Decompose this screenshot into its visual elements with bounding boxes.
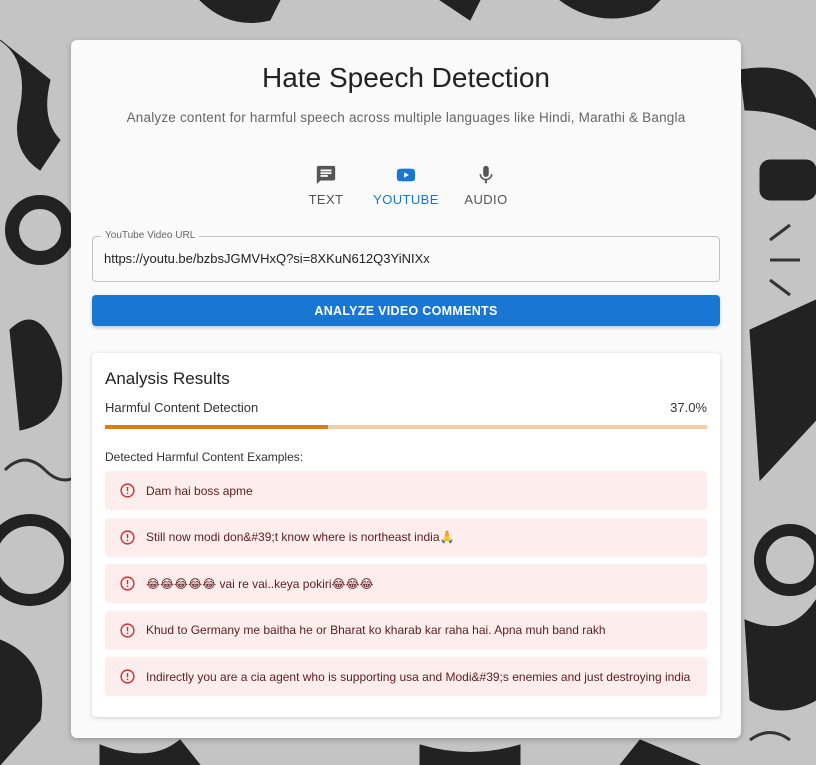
harmful-progress-bar <box>105 425 707 429</box>
harmful-example-item: Khud to Germany me baitha he or Bharat k… <box>105 610 707 650</box>
harmful-example-text: 😂😂😂😂😂 vai re vai..keya pokiri😂😂😂 <box>146 576 374 591</box>
tab-youtube[interactable]: YOUTUBE <box>366 164 446 207</box>
harmful-detection-value: 37.0% <box>670 400 707 415</box>
harmful-example-item: Indirectly you are a cia agent who is su… <box>105 657 707 696</box>
results-title: Analysis Results <box>105 369 230 388</box>
harmful-progress-fill <box>105 425 328 429</box>
examples-label: Detected Harmful Content Examples: <box>105 450 304 464</box>
harmful-example-text: Still now modi don&#39;t know where is n… <box>146 530 455 544</box>
mode-tabs: TEXT YOUTUBE AUDIO <box>71 164 741 207</box>
youtube-icon <box>396 168 416 182</box>
error-outline-icon <box>120 483 135 498</box>
tab-audio-label: AUDIO <box>464 192 508 207</box>
harmful-example-text: Khud to Germany me baitha he or Bharat k… <box>146 623 606 637</box>
page-title: Hate Speech Detection <box>262 62 550 93</box>
youtube-url-field: YouTube Video URL <box>92 230 720 282</box>
tab-text-label: TEXT <box>308 192 344 207</box>
youtube-url-label: YouTube Video URL <box>101 230 200 241</box>
error-outline-icon <box>120 669 135 684</box>
harmful-example-item: Still now modi don&#39;t know where is n… <box>105 517 707 557</box>
harmful-example-text: Indirectly you are a cia agent who is su… <box>146 669 691 684</box>
error-outline-icon <box>120 529 135 545</box>
examples-list: Dam hai boss apme Still now modi don&#39;… <box>105 471 707 704</box>
tab-audio[interactable]: AUDIO <box>446 164 526 207</box>
tab-text[interactable]: TEXT <box>286 164 366 207</box>
analysis-results-panel: Analysis Results Harmful Content Detecti… <box>92 353 720 717</box>
microphone-icon <box>479 165 493 184</box>
harmful-example-text: Dam hai boss apme <box>146 483 253 498</box>
error-outline-icon <box>120 576 135 591</box>
main-card: Hate Speech Detection Analyze content fo… <box>71 40 741 738</box>
harmful-example-item: Dam hai boss apme <box>105 471 707 510</box>
harmful-detection-label: Harmful Content Detection <box>105 400 259 415</box>
message-icon <box>316 165 336 185</box>
harmful-example-item: 😂😂😂😂😂 vai re vai..keya pokiri😂😂😂 <box>105 564 707 603</box>
analyze-video-comments-button[interactable]: ANALYZE VIDEO COMMENTS <box>92 295 720 326</box>
youtube-url-input[interactable] <box>104 251 709 266</box>
page-subtitle: Analyze content for harmful speech acros… <box>126 110 686 125</box>
error-outline-icon <box>120 622 135 638</box>
tab-youtube-label: YOUTUBE <box>373 192 439 207</box>
